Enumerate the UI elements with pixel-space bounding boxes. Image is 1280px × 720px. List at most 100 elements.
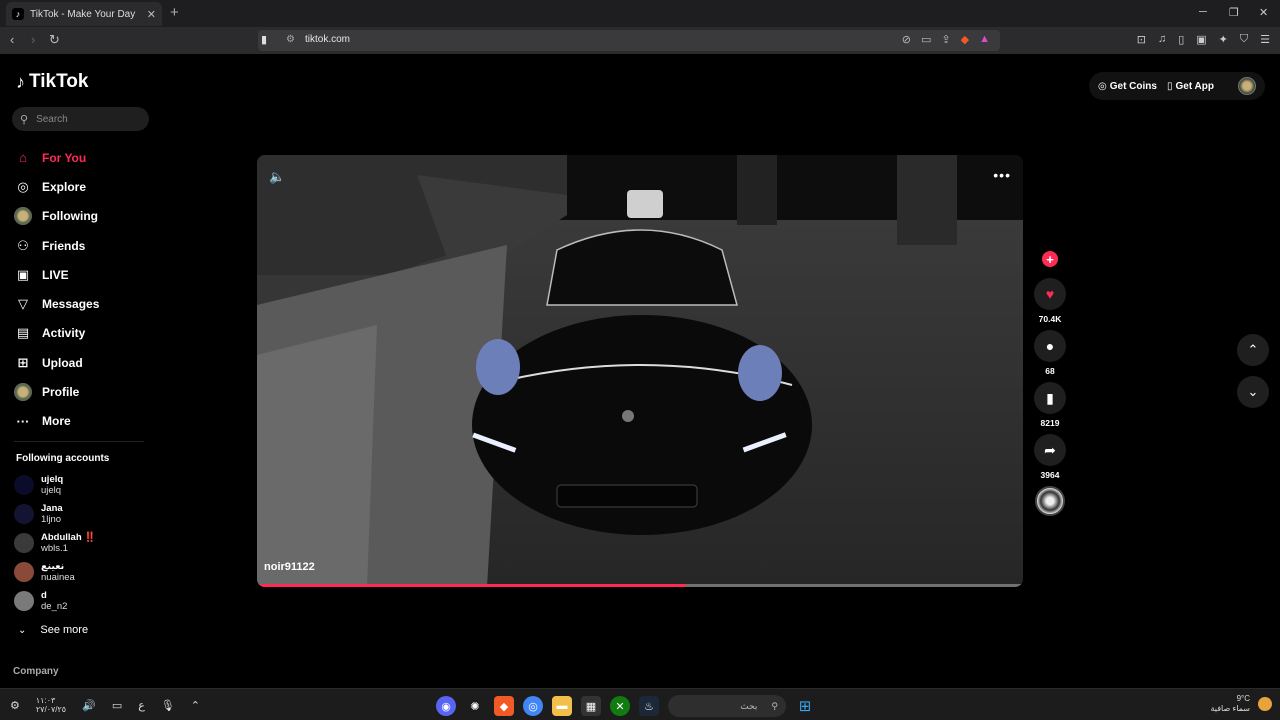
weather-widget[interactable]: 9°C سماء صافية (1210, 694, 1272, 714)
close-window-button[interactable]: ✕ (1259, 6, 1268, 19)
account-name: d (41, 590, 47, 602)
menu-icon[interactable]: ☰ (1260, 33, 1270, 46)
see-more-button[interactable]: ⌄ See more (18, 624, 88, 636)
share-icon[interactable]: ⇪ (941, 33, 950, 46)
volume-icon[interactable]: 🔈 (269, 169, 285, 185)
cast-icon[interactable]: ▭ (921, 33, 931, 46)
wallet-icon[interactable]: ▣ (1196, 33, 1206, 46)
footer-company-link[interactable]: Company (13, 666, 59, 677)
site-info-icon[interactable]: ⚙ (286, 34, 295, 45)
following-avatar-icon (14, 207, 32, 226)
share-arrow-icon: ➦ (1044, 441, 1056, 458)
tiktok-note-icon: ♪ (16, 71, 25, 92)
get-coins-button[interactable]: ◎ Get Coins (1098, 81, 1157, 92)
music-disc-icon[interactable] (1035, 486, 1065, 516)
speaker-icon[interactable]: 🔊 (82, 699, 96, 712)
nav-item-messages[interactable]: ▽ Messages (14, 289, 154, 318)
media-icon[interactable]: ♫ (1158, 33, 1166, 46)
following-accounts-list: ujelq ujelq Jana 1ljno Abdullah ‼️ wbls.… (14, 470, 96, 616)
nav-item-for-you[interactable]: ⌂ For You (14, 143, 154, 172)
tab-close-icon[interactable]: ✕ (147, 8, 156, 21)
user-avatar[interactable] (1238, 77, 1256, 95)
browser-tabbar: ♪ TikTok - Make Your Day ✕ + ─ ❐ ✕ (0, 0, 1280, 27)
video-more-icon[interactable]: ••• (993, 167, 1011, 183)
account-username: nuainea (41, 572, 75, 584)
avatar (14, 591, 34, 612)
save-button[interactable]: ▮ (1034, 382, 1066, 414)
nav-item-activity[interactable]: ▤ Activity (14, 319, 154, 348)
bookmark-icon[interactable]: ▮ (261, 33, 267, 46)
translate-icon[interactable]: ⊘ (902, 33, 911, 46)
nav-label: More (42, 414, 71, 429)
tray-overflow-icon[interactable]: ⌃ (191, 699, 200, 712)
brave-browser-icon[interactable]: ◆ (494, 696, 514, 716)
url-text[interactable]: tiktok.com (305, 34, 350, 45)
nav-item-live[interactable]: ▣ LIVE (14, 260, 154, 289)
chrome-icon[interactable]: ◎ (523, 696, 543, 716)
account-item[interactable]: نعينع nuainea (14, 558, 96, 587)
screenshot-icon[interactable]: ⊡ (1137, 33, 1146, 46)
nav-item-profile[interactable]: Profile (14, 377, 154, 406)
comment-button[interactable]: ● (1034, 330, 1066, 362)
browser-tab[interactable]: ♪ TikTok - Make Your Day ✕ (6, 2, 162, 26)
settings-icon[interactable]: ⚙ (10, 699, 20, 712)
new-tab-button[interactable]: + (170, 4, 179, 21)
video-progress-bar[interactable] (257, 584, 1023, 587)
tab-title: TikTok - Make Your Day (30, 8, 136, 20)
leo-ai-icon[interactable]: ✦ (1219, 33, 1228, 46)
next-video-button[interactable]: ⌄ (1237, 376, 1269, 408)
taskbar-search[interactable]: بحث ⚲ (668, 695, 786, 717)
get-coins-label: Get Coins (1109, 80, 1157, 92)
video-frame (257, 155, 1023, 587)
nav-item-upload[interactable]: ⊞ Upload (14, 348, 154, 377)
file-explorer-icon[interactable]: ▬ (552, 696, 572, 716)
compass-icon: ◎ (17, 178, 29, 194)
address-bar[interactable]: ▮ ⚙ tiktok.com ⊘ ▭ ⇪ ◆ ▲ (258, 30, 1000, 51)
brave-rewards-icon[interactable]: ▲ (979, 33, 990, 46)
nav-item-friends[interactable]: ⚇ Friends (14, 231, 154, 260)
xbox-icon[interactable]: ✕ (610, 696, 630, 716)
follow-plus-button[interactable]: + (1042, 251, 1058, 267)
account-name: نعينع (41, 561, 65, 573)
get-app-button[interactable]: ▯ Get App (1167, 81, 1214, 92)
brave-shield-icon[interactable]: ◆ (961, 33, 969, 46)
network-icon[interactable]: ▭ (112, 699, 122, 712)
share-button[interactable]: ➦ (1034, 434, 1066, 466)
nav-item-explore[interactable]: ◎ Explore (14, 172, 154, 201)
nav-item-more[interactable]: ··· More (14, 407, 154, 436)
video-author[interactable]: noir91122 (264, 561, 315, 573)
search-box[interactable]: ⚲ (12, 107, 149, 131)
search-input[interactable] (36, 113, 137, 125)
account-item[interactable]: ujelq ujelq (14, 470, 96, 499)
nav-label: Following (42, 209, 98, 224)
maximize-button[interactable]: ❐ (1229, 6, 1239, 19)
discord-icon[interactable]: ◉ (436, 696, 456, 716)
back-button[interactable]: ‹ (10, 32, 14, 47)
vpn-icon[interactable]: ⛉ (1240, 33, 1248, 46)
taskbar-clock[interactable]: ١١:٠٣ ٢٧/٠٧/٢٥ (36, 696, 66, 714)
heart-icon: ♥ (1045, 286, 1055, 302)
steam-icon[interactable]: ♨ (639, 696, 659, 716)
reload-button[interactable]: ↻ (49, 32, 60, 48)
account-item[interactable]: d de_n2 (14, 587, 96, 616)
sidebar-icon[interactable]: ▯ (1178, 33, 1184, 46)
search-placeholder: بحث (740, 700, 758, 711)
clock-time: ١١:٠٣ (35, 696, 56, 705)
nav-item-following[interactable]: Following (14, 202, 154, 231)
language-indicator[interactable]: ع (138, 699, 145, 712)
chevron-up-icon: ⌃ (1247, 342, 1259, 357)
chatgpt-icon[interactable]: ✺ (465, 696, 485, 716)
video-player[interactable]: 🔈 ••• noir91122 (257, 155, 1023, 587)
account-item[interactable]: Abdullah ‼️ wbls.1 (14, 528, 96, 557)
microsoft-store-icon[interactable]: ▦ (581, 696, 601, 716)
forward-button[interactable]: › (31, 32, 35, 47)
like-button[interactable]: ♥ (1034, 278, 1066, 310)
previous-video-button[interactable]: ⌃ (1237, 334, 1269, 366)
account-item[interactable]: Jana 1ljno (14, 499, 96, 528)
tiktok-logo[interactable]: ♪ TikTok (16, 71, 88, 93)
taskbar-apps: ◉ ✺ ◆ ◎ ▬ ▦ ✕ ♨ بحث ⚲ ⊞ (436, 695, 815, 717)
windows-start-icon[interactable]: ⊞ (795, 696, 815, 716)
minimize-button[interactable]: ─ (1199, 6, 1207, 18)
friends-icon: ⚇ (17, 237, 29, 253)
microphone-icon[interactable]: 🎙 (161, 699, 175, 712)
